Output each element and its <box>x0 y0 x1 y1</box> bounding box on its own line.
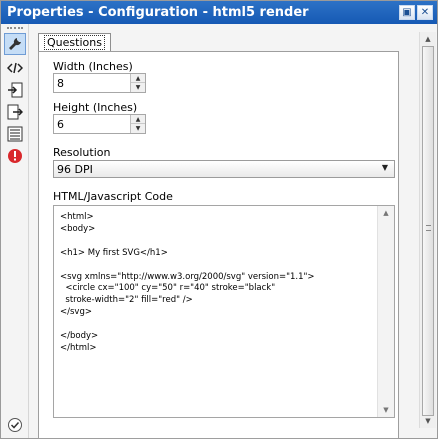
title-buttons: ▣ ✕ <box>399 5 433 20</box>
scrollbar-thumb[interactable] <box>422 46 434 416</box>
code-editor[interactable]: <html> <body> <h1> My first SVG</h1> <sv… <box>53 205 395 418</box>
panel-scroll-down-icon[interactable]: ▼ <box>420 414 436 428</box>
pin-icon[interactable]: ▣ <box>399 5 415 20</box>
thumb-grip <box>426 225 431 231</box>
list-icon[interactable] <box>4 123 26 145</box>
tab-questions[interactable]: Questions <box>38 33 111 52</box>
input-icon[interactable] <box>4 79 26 101</box>
resolution-label: Resolution <box>53 146 111 159</box>
grip-handle[interactable] <box>7 27 23 30</box>
width-label: Width (Inches) <box>53 60 133 73</box>
height-up-icon[interactable]: ▲ <box>131 115 145 124</box>
height-stepper-arrows: ▲ ▼ <box>130 115 145 133</box>
panel-scrollbar[interactable]: ▲ ▼ <box>419 32 436 428</box>
questions-panel: Width (Inches) 8 ▲ ▼ Height (Inches) 6 ▲… <box>38 51 399 439</box>
chevron-down-icon[interactable]: ▼ <box>378 163 392 175</box>
title-bar: Properties - Configuration - html5 rende… <box>1 1 437 24</box>
output-icon[interactable] <box>4 101 26 123</box>
code-label: HTML/Javascript Code <box>53 190 173 203</box>
width-stepper-arrows: ▲ ▼ <box>130 74 145 92</box>
check-icon[interactable] <box>4 414 26 436</box>
code-text[interactable]: <html> <body> <h1> My first SVG</h1> <sv… <box>60 212 378 412</box>
resolution-select[interactable]: 96 DPI ▼ <box>53 160 395 178</box>
height-down-icon[interactable]: ▼ <box>131 124 145 133</box>
height-label: Height (Inches) <box>53 101 138 114</box>
close-icon[interactable]: ✕ <box>417 5 433 20</box>
tab-questions-label: Questions <box>44 35 105 50</box>
width-up-icon[interactable]: ▲ <box>131 74 145 83</box>
width-down-icon[interactable]: ▼ <box>131 83 145 92</box>
resolution-value: 96 DPI <box>57 163 93 176</box>
height-stepper[interactable]: 6 ▲ ▼ <box>53 114 146 134</box>
content-area: Questions Width (Inches) 8 ▲ ▼ Height (I… <box>30 24 407 439</box>
width-stepper[interactable]: 8 ▲ ▼ <box>53 73 146 93</box>
tool-strip <box>1 24 29 438</box>
scroll-down-icon[interactable]: ▼ <box>378 403 394 417</box>
code-icon[interactable] <box>4 57 26 79</box>
properties-window: Properties - Configuration - html5 rende… <box>0 0 438 439</box>
code-scrollbar[interactable]: ▲ ▼ <box>377 206 394 417</box>
wrench-icon[interactable] <box>4 33 26 55</box>
width-value[interactable]: 8 <box>57 77 64 90</box>
panel-scroll-up-icon[interactable]: ▲ <box>420 32 436 46</box>
scroll-up-icon[interactable]: ▲ <box>378 206 394 220</box>
error-icon[interactable] <box>4 145 26 167</box>
window-title: Properties - Configuration - html5 rende… <box>7 5 309 20</box>
height-value[interactable]: 6 <box>57 118 64 131</box>
